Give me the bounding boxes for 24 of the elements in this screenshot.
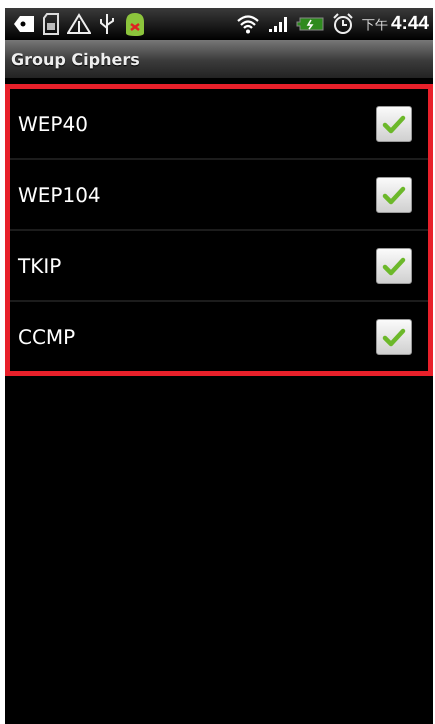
warning-icon xyxy=(67,13,91,35)
checkbox[interactable] xyxy=(376,106,412,142)
check-icon xyxy=(382,114,406,134)
usb-icon xyxy=(99,13,115,35)
checkbox[interactable] xyxy=(376,176,412,212)
check-icon xyxy=(382,256,406,276)
alarm-clock-icon xyxy=(332,13,354,35)
screen-title: Group Ciphers xyxy=(10,50,140,68)
cipher-label: CCMP xyxy=(18,324,76,348)
time-period: 下午 xyxy=(362,17,388,34)
checkbox[interactable] xyxy=(376,248,412,284)
check-icon xyxy=(382,184,406,204)
signal-icon xyxy=(268,15,288,33)
cipher-label: WEP40 xyxy=(18,112,89,136)
battery-icon xyxy=(296,17,324,31)
cipher-label: TKIP xyxy=(18,254,62,278)
wifi-icon xyxy=(236,14,260,34)
clock-time: 4:44 xyxy=(390,13,429,35)
sd-card-icon xyxy=(43,13,59,35)
cipher-label: WEP104 xyxy=(18,182,102,206)
back-icon[interactable] xyxy=(13,15,35,33)
android-bug-icon xyxy=(123,11,147,37)
checkbox[interactable] xyxy=(376,318,412,354)
check-icon xyxy=(382,326,406,346)
